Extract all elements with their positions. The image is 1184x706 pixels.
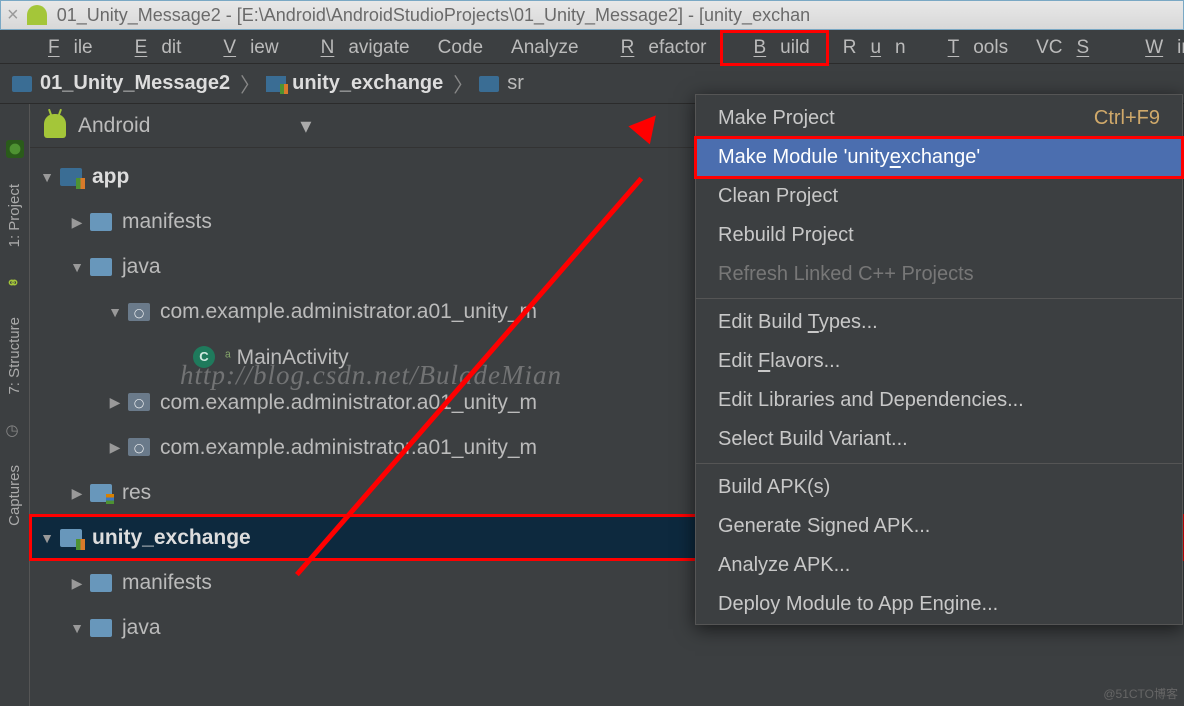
build-menu-popup: Make ProjectCtrl+F9 Make Module 'unityex… [695,94,1183,625]
folder-icon [90,619,112,637]
menu-item-make-module[interactable]: Make Module 'unityexchange' [696,138,1182,177]
menu-item-edit-flavors[interactable]: Edit Flavors... [696,342,1182,381]
menu-item-edit-build-types[interactable]: Edit Build Types... [696,303,1182,342]
breadcrumb-separator: 〉 [240,69,260,98]
tool-window-bar-left[interactable]: 1: Project ⚭ 7: Structure ◷ Captures [0,104,30,706]
activity-badge-icon: ᵃ [225,341,231,373]
package-icon [128,438,150,456]
menu-refactor[interactable]: Refactor [593,33,721,63]
module-icon [266,76,286,92]
structure-icon: ⚭ [6,273,24,291]
package-icon [128,393,150,411]
menu-item-clean-project[interactable]: Clean Project [696,177,1182,216]
project-icon [6,140,24,158]
sidebar-project[interactable]: 1: Project [6,184,23,247]
menu-item-refresh-cpp: Refresh Linked C++ Projects [696,255,1182,294]
menu-item-analyze-apk[interactable]: Analyze APK... [696,546,1182,585]
menu-item-build-apk[interactable]: Build APK(s) [696,468,1182,507]
menu-view[interactable]: View [195,33,292,63]
module-icon [60,529,82,547]
res-folder-icon [90,484,112,502]
folder-icon [90,258,112,276]
corner-watermark: @51CTO博客 [1103,685,1178,702]
sidebar-structure[interactable]: 7: Structure [6,317,23,395]
menu-edit[interactable]: Edit [107,33,196,63]
menu-item-rebuild-project[interactable]: Rebuild Project [696,216,1182,255]
menu-tools[interactable]: Tools [920,33,1022,63]
captures-icon: ◷ [6,421,24,439]
module-icon [60,168,82,186]
breadcrumb-separator: 〉 [453,69,473,98]
title-bar: × 01_Unity_Message2 - [E:\Android\Androi… [0,0,1184,30]
menu-separator [696,298,1182,299]
menu-run[interactable]: Run [829,33,920,63]
menu-item-edit-libraries[interactable]: Edit Libraries and Dependencies... [696,381,1182,420]
window-control-placeholder: × [7,4,19,27]
android-studio-icon [27,5,47,25]
sidebar-captures[interactable]: Captures [6,465,23,526]
breadcrumb-src[interactable]: sr [479,72,524,95]
folder-icon [479,76,499,92]
folder-icon [12,76,32,92]
menu-analyze[interactable]: Analyze [497,33,593,63]
breadcrumb-root[interactable]: 01_Unity_Message2 [12,72,230,95]
view-mode-label[interactable]: Android [78,114,150,138]
package-icon [128,303,150,321]
menu-item-generate-signed-apk[interactable]: Generate Signed APK... [696,507,1182,546]
menu-item-select-build-variant[interactable]: Select Build Variant... [696,420,1182,459]
class-icon [193,346,215,368]
menu-item-make-project[interactable]: Make ProjectCtrl+F9 [696,95,1182,138]
menu-code[interactable]: Code [424,33,497,63]
window-title: 01_Unity_Message2 - [E:\Android\AndroidS… [57,5,810,26]
menu-separator [696,463,1182,464]
menu-file[interactable]: File [20,33,107,63]
menu-bar[interactable]: File Edit View Navigate Code Analyze Ref… [0,30,1184,64]
menu-window[interactable]: Window [1117,33,1184,63]
folder-icon [90,574,112,592]
menu-build[interactable]: Build [720,30,828,66]
folder-icon [90,213,112,231]
menu-item-deploy-app-engine[interactable]: Deploy Module to App Engine... [696,585,1182,624]
menu-navigate[interactable]: Navigate [293,33,424,63]
menu-vcs[interactable]: VCS [1022,33,1117,63]
android-icon [44,114,66,138]
breadcrumb-module[interactable]: unity_exchange [266,72,443,95]
chevron-down-icon[interactable]: ▾ [300,113,311,139]
